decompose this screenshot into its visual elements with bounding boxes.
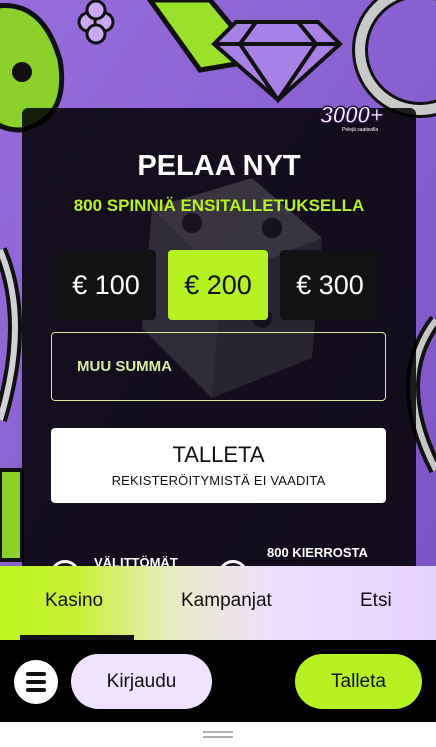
amount-option-300[interactable]: € 300: [280, 250, 380, 320]
other-amount-placeholder: MUU SUMMA: [77, 358, 172, 375]
hamburger-icon: [26, 672, 46, 676]
promo-title: PELAA NYT: [137, 150, 301, 182]
deposit-button-label: TALLETA: [172, 442, 265, 467]
promo-subtitle: 800 SPINNIÄ ENSITALLETUKSELLA: [73, 196, 365, 215]
amount-option-200[interactable]: € 200: [168, 250, 268, 320]
drag-handle[interactable]: [203, 731, 233, 733]
deposit-button-caption: REKISTERÖITYMISTÄ EI VAADITA: [111, 473, 326, 488]
badge-count: 3000+: [319, 101, 384, 129]
amount-option-100[interactable]: € 100: [56, 250, 156, 320]
browser-bottom-bar: [0, 722, 436, 747]
tab-kampanjat[interactable]: Kampanjat: [181, 590, 272, 612]
other-amount-input[interactable]: MUU SUMMA: [51, 332, 386, 401]
category-tabs: Kasino Kampanjat Etsi: [0, 566, 436, 640]
feature-spins: 800 KIERROSTA: [267, 545, 368, 560]
games-count-badge: 3000+ Pelejä saatavilla: [319, 101, 406, 134]
login-button[interactable]: Kirjaudu: [71, 654, 212, 709]
tab-kasino[interactable]: Kasino: [45, 590, 103, 612]
badge-caption: Pelejä saatavilla: [342, 127, 379, 133]
deposit-button[interactable]: TALLETA REKISTERÖITYMISTÄ EI VAADITA: [51, 428, 386, 503]
tab-etsi[interactable]: Etsi: [360, 590, 392, 612]
menu-button[interactable]: [14, 660, 58, 704]
nav-deposit-button[interactable]: Talleta: [295, 654, 422, 709]
